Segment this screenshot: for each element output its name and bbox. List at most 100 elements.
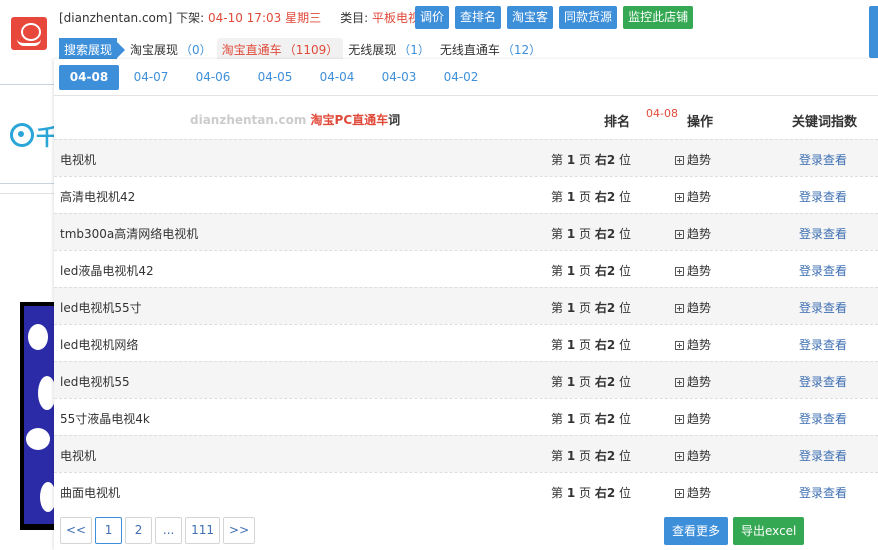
keyword-cell: led液晶电视机42 [60,264,154,278]
page-button-111[interactable]: 111 [185,517,221,544]
pagination: << 1 2 ... 111 >> [60,517,256,544]
trend-button[interactable]: 趋势 [675,299,711,316]
trend-button[interactable]: 趋势 [675,373,711,390]
date-tab-04-08[interactable]: 04-08 [59,65,119,90]
rank-cell: 第 1 页 右2 位 [551,449,632,463]
expand-plus-icon [675,230,684,239]
table-row: 高清电视机42 第 1 页 右2 位 趋势 登录查看 [54,176,878,213]
login-view-link[interactable]: 登录查看 [799,262,847,279]
background-logo-icon [10,123,34,147]
brand-suffix: 词 [388,113,401,127]
expand-plus-icon [675,452,684,461]
keyword-cell: tmb300a高清网络电视机 [60,227,199,241]
table-row: 曲面电视机 第 1 页 右2 位 趋势 登录查看 [54,472,878,509]
rank-cell: 第 1 页 右2 位 [551,153,632,167]
keyword-cell: 电视机 [60,449,97,463]
rank-cell: 第 1 页 右2 位 [551,227,632,241]
offshelf-value: 04-10 17:03 星期三 [207,11,322,25]
trend-button[interactable]: 趋势 [675,447,711,464]
category-value: 平板电视 [372,11,421,25]
trend-button[interactable]: 趋势 [675,225,711,242]
date-tab-04-02[interactable]: 04-02 [431,65,491,90]
site-link[interactable]: [dianzhentan.com] [59,11,172,25]
rank-cell: 第 1 页 右2 位 [551,412,632,426]
page-ellipsis[interactable]: ... [155,517,183,544]
trend-button[interactable]: 趋势 [675,484,711,501]
date-tab-04-06[interactable]: 04-06 [183,65,243,90]
login-view-link[interactable]: 登录查看 [799,336,847,353]
login-view-link[interactable]: 登录查看 [799,299,847,316]
keyword-panel: 04-08 04-07 04-06 04-05 04-04 04-03 04-0… [54,59,878,550]
keyword-cell: led电视机55 [60,375,130,389]
table-header: dianzhentan.com 淘宝PC直通车词 排名 04-08 操作 关键词… [54,97,878,139]
login-view-link[interactable]: 登录查看 [799,151,847,168]
page-button-2[interactable]: 2 [125,517,153,544]
trend-button[interactable]: 趋势 [675,410,711,427]
table-row: led电视机55寸 第 1 页 右2 位 趋势 登录查看 [54,287,878,324]
keyword-cell: 高清电视机42 [60,190,136,204]
adjust-price-button[interactable]: 调价 [415,6,450,29]
trend-button[interactable]: 趋势 [675,151,711,168]
table-title: dianzhentan.com 淘宝PC直通车词 [190,111,400,128]
rank-cell: 第 1 页 右2 位 [551,486,632,500]
page-button-1[interactable]: 1 [95,517,123,544]
rank-cell: 第 1 页 右2 位 [551,338,632,352]
login-view-link[interactable]: 登录查看 [799,225,847,242]
rank-cell: 第 1 页 右2 位 [551,375,632,389]
expand-plus-icon [675,415,684,424]
column-date: 04-08 [646,107,678,120]
same-source-button[interactable]: 同款货源 [559,6,618,29]
table-row: 55寸液晶电视4k 第 1 页 右2 位 趋势 登录查看 [54,398,878,435]
check-rank-button[interactable]: 查排名 [455,6,502,29]
date-tab-04-04[interactable]: 04-04 [307,65,367,90]
date-tab-04-03[interactable]: 04-03 [369,65,429,90]
header: [dianzhentan.com] 下架: 04-10 17:03 星期三 类目… [0,0,878,68]
keyword-cell: 曲面电视机 [60,486,121,500]
item-info-line: [dianzhentan.com] 下架: 04-10 17:03 星期三 类目… [59,9,420,26]
expand-plus-icon [675,489,684,498]
login-view-link[interactable]: 登录查看 [799,484,847,501]
login-view-link[interactable]: 登录查看 [799,188,847,205]
column-action: 操作 [687,115,714,130]
expand-plus-icon [675,341,684,350]
last-page-button[interactable]: >> [223,517,256,544]
brand-site: dianzhentan.com [190,113,307,127]
expand-plus-icon [675,378,684,387]
offshelf-label: 下架: [176,11,205,25]
trend-button[interactable]: 趋势 [675,336,711,353]
expand-plus-icon [675,304,684,313]
expand-plus-icon [675,193,684,202]
first-page-button[interactable]: << [60,517,93,544]
dianzhentan-logo-icon [11,17,47,50]
keyword-cell: 电视机 [60,153,97,167]
trend-button[interactable]: 趋势 [675,262,711,279]
date-tab-04-07[interactable]: 04-07 [121,65,181,90]
export-excel-button[interactable]: 导出excel [733,517,805,545]
trend-button[interactable]: 趋势 [675,188,711,205]
column-rank: 排名 [604,115,631,130]
monitor-shop-button[interactable]: 监控此店铺 [623,6,694,29]
table-row: 电视机 第 1 页 右2 位 趋势 登录查看 [54,435,878,472]
rank-cell: 第 1 页 右2 位 [551,264,632,278]
taobaoke-button[interactable]: 淘宝客 [507,6,554,29]
column-keyword-index: 关键词指数 [792,115,858,130]
table-row: led电视机55 第 1 页 右2 位 趋势 登录查看 [54,361,878,398]
table-row: led电视机网络 第 1 页 右2 位 趋势 登录查看 [54,324,878,361]
table-row: led液晶电视机42 第 1 页 右2 位 趋势 登录查看 [54,250,878,287]
login-view-link[interactable]: 登录查看 [799,447,847,464]
keyword-cell: led电视机网络 [60,338,139,352]
view-more-button[interactable]: 查看更多 [664,517,729,545]
action-buttons: 调价 查排名 淘宝客 同款货源 监控此店铺 [415,6,694,29]
table-row: 电视机 第 1 页 右2 位 趋势 登录查看 [54,139,878,176]
rank-cell: 第 1 页 右2 位 [551,301,632,315]
login-view-link[interactable]: 登录查看 [799,373,847,390]
date-tabs: 04-08 04-07 04-06 04-05 04-04 04-03 04-0… [54,59,878,96]
keyword-cell: led电视机55寸 [60,301,142,315]
side-toggle-button[interactable] [869,6,878,58]
date-tab-04-05[interactable]: 04-05 [245,65,305,90]
table-row: tmb300a高清网络电视机 第 1 页 右2 位 趋势 登录查看 [54,213,878,250]
expand-plus-icon [675,267,684,276]
background-product-image-content [24,306,56,524]
login-view-link[interactable]: 登录查看 [799,410,847,427]
background-divider [0,193,58,194]
